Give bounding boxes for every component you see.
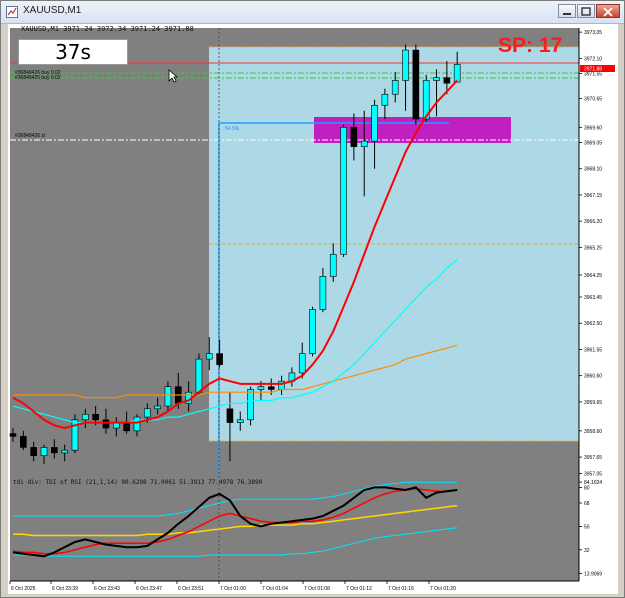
price-tick-label: 3967.15 [584,193,602,199]
price-tick-label: 3965.25 [584,245,602,251]
price-tick-label: 3963.45 [584,295,602,301]
candle-body [51,447,58,454]
time-tick-label: 6 Oct 23:43 [94,586,120,592]
candle-body [154,405,161,410]
time-tick-label: 7 Oct 01:20 [430,586,456,592]
indicator-panel-bg [10,477,579,581]
candle-body [164,386,172,407]
price-tick-label: 3957.05 [584,472,602,478]
candle-body [391,80,399,95]
price-tick-label: 3960.60 [584,374,602,380]
candle-body [195,358,203,393]
close-icon [603,7,613,17]
price-chart[interactable]: #36849426 buy 0.02#36849425 buy 0.02#368… [8,24,618,594]
order-label-2: #36849425 buy 0.02 [15,75,61,81]
chart-window: XAUUSD,M1 #36849426 buy 0.02 #36849425 bu… [0,0,625,598]
price-tick-label: 3968.10 [584,167,602,173]
mouse-cursor-icon [168,69,178,83]
candle-body [102,419,110,429]
indicator-tick-label: 13.9069 [584,571,602,577]
candle-body [433,77,440,81]
price-tick-label: 3958.60 [584,429,602,435]
candle-body [350,127,358,147]
title-bar[interactable]: XAUUSD,M1 [1,1,624,24]
current-price-label: 3971.88 [584,67,602,73]
candle-body [340,127,347,255]
candle-body [247,389,254,421]
minimize-icon [563,13,571,15]
maximize-button[interactable] [577,4,595,18]
time-tick-label: 7 Oct 01:00 [220,586,246,592]
time-tick-label: 6 Oct 23:47 [136,586,162,592]
candle-body [82,413,89,421]
candle-body [402,49,409,81]
candle-body [9,433,17,437]
spread-label: SP: 17 [498,34,563,57]
price-tick-label: 3973.05 [584,30,602,36]
time-tick-label: 6 Oct 23:39 [52,586,78,592]
candle-body [216,353,223,365]
close-button[interactable] [596,4,620,18]
indicator-tick-label: 80 [584,485,590,491]
price-tick-label: 3957.65 [584,455,602,461]
time-tick-label: 7 Oct 01:08 [304,586,330,592]
candle-body [205,353,213,360]
candle-body [257,386,265,390]
chart-info-label: XAUUSD,M1 3971.24 3972.34 3971.24 3971.8… [21,25,194,33]
candle-body [412,49,420,120]
price-tick-label: 3964.25 [584,273,602,279]
price-tick-label: 3969.60 [584,125,602,131]
candle-body [267,386,275,390]
candle-body [298,353,306,374]
candle-body [133,416,141,432]
candle-body [123,422,130,432]
indicator-tick-label: 50 [584,524,590,530]
candle-body [319,276,327,310]
time-tick-label: 6 Oct 2025 [11,586,36,592]
time-tick-label: 7 Oct 01:04 [262,586,288,592]
candle-body [143,408,151,418]
indicator-tick-label: 32 [584,548,590,554]
price-tick-label: 3962.50 [584,321,602,327]
minimize-button[interactable] [558,4,576,18]
candle-body [226,408,234,423]
price-tick-label: 3969.05 [584,141,602,147]
countdown-timer: 37s [18,39,128,65]
indicator-label: tdi div: TDI of RSI (21,1,14) 90.6208 71… [13,479,263,486]
candle-body [92,413,99,421]
candle-body [61,449,68,454]
candle-body [30,447,37,456]
candle-body [371,104,378,142]
chart-icon [6,6,18,18]
price-tick-label: 3961.55 [584,347,602,353]
candle-body [381,93,389,106]
price-tick-label: 3972.10 [584,56,602,62]
time-tick-label: 7 Oct 01:16 [388,586,414,592]
candle-body [329,253,337,277]
candle-body [443,77,451,84]
time-tick-label: 6 Oct 23:51 [178,586,204,592]
price-tick-label: 3970.65 [584,96,602,102]
candle-body [453,64,461,83]
candle-body [40,447,48,456]
position-box-percent: 54.5% [225,126,240,132]
order-label-3: #36849426 sl [15,133,45,139]
candle-body [360,140,368,147]
price-tick-label: 3959.65 [584,400,602,406]
time-tick-label: 7 Oct 01:12 [346,586,372,592]
maximize-icon [581,7,591,16]
price-tick-label: 3966.20 [584,219,602,225]
candle-body [20,436,27,448]
indicator-tick-label: 68 [584,501,590,507]
candle-body [309,309,316,354]
candle-body [236,419,244,423]
window-title: XAUUSD,M1 [23,5,82,16]
